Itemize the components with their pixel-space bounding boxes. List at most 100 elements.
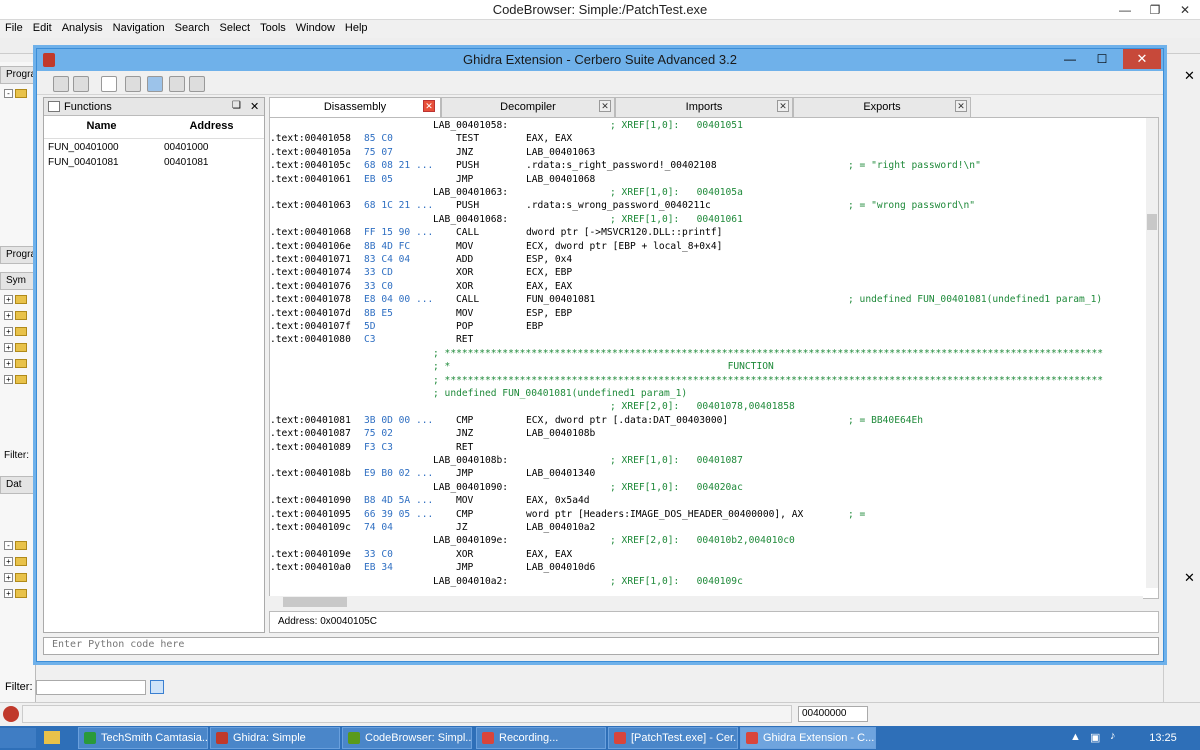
tools-icon[interactable]: [73, 76, 89, 92]
listing-label: LAB_00401063:: [433, 187, 509, 198]
menu-tools[interactable]: Tools: [255, 20, 291, 36]
tray-arrow-icon[interactable]: ▲: [1070, 731, 1081, 743]
folder-icon: [15, 358, 27, 368]
listing-xref: ; XREF[2,0]: 004010b2,004010c0: [610, 535, 795, 547]
dialog-minimize-button[interactable]: —: [1055, 49, 1085, 69]
program-trees-tab[interactable]: Progra: [0, 66, 36, 84]
listing-comment: ; * FUNCTION: [433, 361, 774, 373]
program-trees-tab-2[interactable]: Progra: [0, 246, 36, 264]
listing-xref: ; XREF[1,0]: 00401061: [610, 213, 743, 225]
function-name[interactable]: FUN_00401000: [48, 140, 119, 155]
listing-mnemonic: JNZ: [456, 428, 474, 440]
listing-bytes: 33 CD: [364, 267, 393, 279]
disassembly-listing[interactable]: LAB_00401058: ; XREF[1,0]: 00401051 .text:…: [269, 117, 1159, 599]
tab-decompiler[interactable]: Decompiler: [441, 97, 615, 117]
menu-window[interactable]: Window: [291, 20, 340, 36]
dialog-close-button[interactable]: ✕: [1123, 49, 1161, 69]
taskbar-item[interactable]: CodeBrowser: Simpl...: [342, 727, 472, 749]
listing-address: .text:00401080: [270, 334, 351, 346]
listing-operand: ECX, EBP: [526, 267, 573, 279]
close-icon[interactable]: ✕: [1184, 68, 1195, 84]
listing-address: .text:00401068: [270, 227, 351, 239]
listing-xref: ; XREF[1,0]: 004020ac: [610, 481, 743, 493]
function-address[interactable]: 00401000: [164, 140, 209, 155]
function-address[interactable]: 00401081: [164, 155, 209, 170]
menu-search[interactable]: Search: [170, 20, 215, 36]
vertical-scrollbar[interactable]: [1146, 118, 1158, 588]
layout-icon[interactable]: [101, 76, 117, 92]
data-type-manager-tab[interactable]: Dat: [0, 476, 36, 494]
menu-file[interactable]: File: [0, 20, 28, 36]
volume-icon[interactable]: ♪: [1110, 730, 1116, 742]
collapse-icon[interactable]: [169, 76, 185, 92]
menu-navigation[interactable]: Navigation: [108, 20, 170, 36]
minimize-button[interactable]: —: [1110, 0, 1140, 20]
taskbar-item[interactable]: TechSmith Camtasia...: [78, 727, 208, 749]
function-name[interactable]: FUN_00401081: [48, 155, 119, 170]
tree-node[interactable]: +: [4, 326, 34, 339]
close-icon[interactable]: ✕: [1184, 570, 1195, 586]
filter-options-icon[interactable]: [150, 680, 164, 694]
taskbar-item[interactable]: Ghidra: Simple: [210, 727, 340, 749]
listing-mnemonic: CMP: [456, 508, 474, 520]
close-panel-icon[interactable]: ✕: [250, 100, 259, 113]
expand-icon[interactable]: [189, 76, 205, 92]
tab-disassembly[interactable]: Disassembly: [269, 97, 441, 117]
tree-node[interactable]: +: [4, 310, 34, 323]
taskbar-item[interactable]: Recording...: [476, 727, 606, 749]
listing-operand: ECX, dword ptr [EBP + local_8+0x4]: [526, 240, 723, 252]
python-input[interactable]: Enter Python code here: [43, 637, 1159, 655]
tab-imports[interactable]: Imports: [615, 97, 793, 117]
filter-input[interactable]: [36, 680, 146, 695]
tree-node[interactable]: +: [4, 358, 34, 371]
tree-node[interactable]: +: [4, 374, 34, 387]
settings-icon[interactable]: [53, 76, 69, 92]
tree-node[interactable]: +: [4, 572, 34, 585]
vertical-scroll-thumb[interactable]: [1147, 214, 1157, 230]
tree-node[interactable]: +: [4, 294, 34, 307]
tab-close-icon[interactable]: ✕: [423, 100, 435, 112]
symbol-tree-tab[interactable]: Sym: [0, 272, 36, 290]
maximize-button[interactable]: ❐: [1140, 0, 1170, 20]
filter-label: Filter:: [4, 450, 29, 461]
tree-node[interactable]: -: [4, 88, 34, 101]
tab-exports[interactable]: Exports: [793, 97, 971, 117]
clock[interactable]: 13:25: [1138, 726, 1188, 750]
dialog-maximize-button[interactable]: ☐: [1087, 49, 1117, 69]
column-header-name[interactable]: Name: [44, 120, 159, 136]
save-icon[interactable]: [125, 76, 141, 92]
tab-close-icon[interactable]: ✕: [599, 100, 611, 112]
folder-icon: [15, 556, 27, 566]
listing-address: .text:00401078: [270, 294, 351, 306]
listing-address: .text:00401074: [270, 267, 351, 279]
tree-node[interactable]: +: [4, 556, 34, 569]
listing-mnemonic: MOV: [456, 240, 474, 252]
tree-node[interactable]: -: [4, 540, 34, 553]
taskbar-item[interactable]: Ghidra Extension - C...: [740, 727, 876, 749]
horizontal-scroll-thumb[interactable]: [283, 597, 347, 607]
dialog-title: Ghidra Extension - Cerbero Suite Advance…: [37, 49, 1163, 71]
explorer-icon[interactable]: [44, 731, 60, 744]
tab-close-icon[interactable]: ✕: [955, 100, 967, 112]
horizontal-scrollbar[interactable]: [269, 596, 1143, 608]
taskbar-item[interactable]: [PatchTest.exe] - Cer...: [608, 727, 738, 749]
column-header-address[interactable]: Address: [159, 120, 264, 136]
listing-mnemonic: JZ: [456, 522, 468, 533]
view-tabs: Disassembly ✕ Decompiler ✕ Imports ✕ Exp…: [269, 97, 1159, 117]
close-button[interactable]: ✕: [1170, 0, 1200, 20]
listing-operand: EBP: [526, 321, 544, 332]
start-button[interactable]: [0, 728, 36, 748]
tab-close-icon[interactable]: ✕: [777, 100, 789, 112]
dialog-toolbar: [37, 73, 1163, 95]
listing-bytes: 75 07: [364, 146, 393, 158]
listing-comment: ; undefined FUN_00401081(undefined1 para…: [433, 388, 688, 399]
refresh-icon[interactable]: [147, 76, 163, 92]
tree-node[interactable]: +: [4, 342, 34, 355]
tree-node[interactable]: +: [4, 588, 34, 601]
float-panel-icon[interactable]: ❏: [232, 100, 241, 111]
network-icon[interactable]: ▣: [1090, 731, 1100, 744]
menu-help[interactable]: Help: [340, 20, 373, 36]
menu-analysis[interactable]: Analysis: [57, 20, 108, 36]
menu-select[interactable]: Select: [215, 20, 256, 36]
menu-edit[interactable]: Edit: [28, 20, 57, 36]
